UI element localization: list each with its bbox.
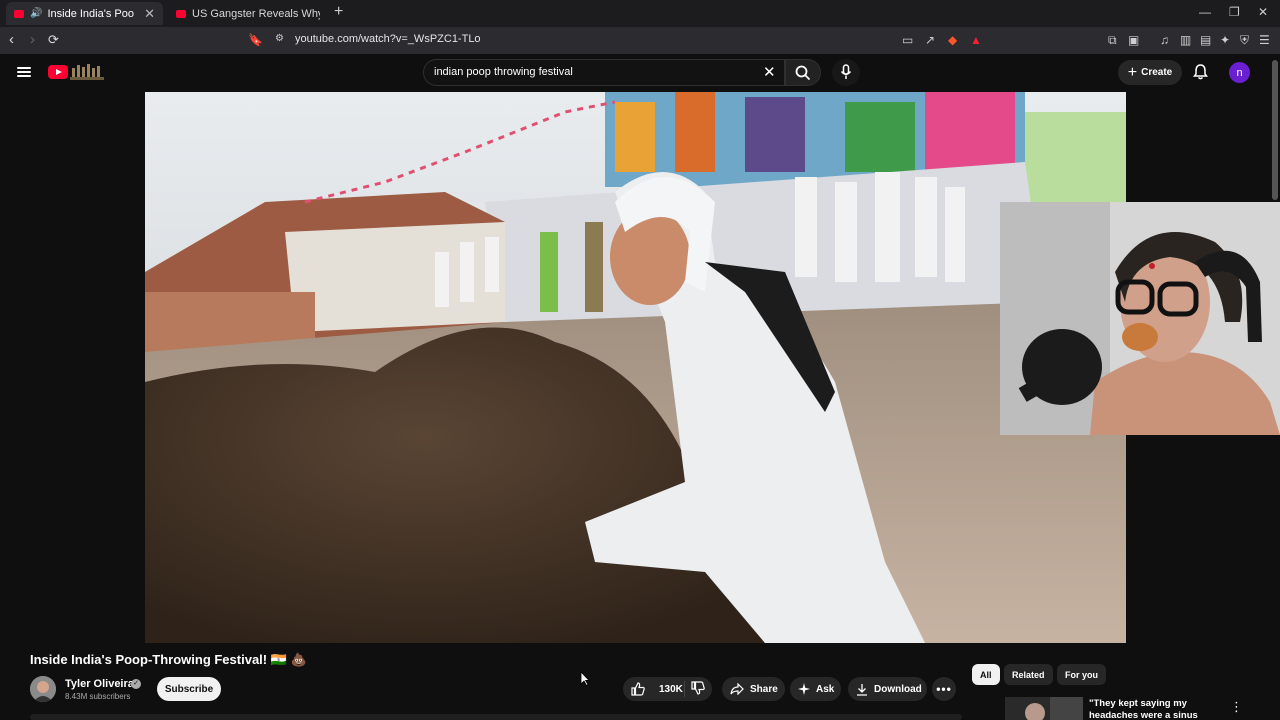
channel-avatar-image <box>30 676 56 702</box>
thumbs-up-icon <box>631 682 645 696</box>
facecam-image <box>1000 202 1280 435</box>
restore-icon[interactable]: ❐ <box>1229 5 1240 19</box>
minimize-icon[interactable]: — <box>1199 5 1211 19</box>
sparkle-icon <box>798 683 810 695</box>
url-field[interactable]: youtube.com/watch?v=_WsPZC1-TLo <box>295 33 481 45</box>
hamburger-menu-icon[interactable] <box>17 67 31 77</box>
share-button[interactable]: Share <box>722 677 785 701</box>
audio-playing-icon[interactable]: 🔊 <box>30 8 42 19</box>
forward-icon[interactable]: › <box>30 31 35 48</box>
vpn-icon[interactable]: ⛨ <box>1240 33 1249 48</box>
close-tab-icon[interactable]: ✕ <box>144 6 155 22</box>
address-toolbar <box>0 27 1280 54</box>
brave-shield-icon[interactable]: ◆ <box>948 33 957 47</box>
search-button[interactable] <box>785 59 821 86</box>
share-page-icon[interactable]: ↗ <box>925 33 935 47</box>
subscribe-button[interactable]: Subscribe <box>157 677 221 701</box>
share-label: Share <box>750 683 778 695</box>
download-button[interactable]: Download <box>848 677 927 701</box>
back-icon[interactable]: ‹ <box>9 31 14 48</box>
streamer-facecam <box>1000 202 1280 435</box>
search-icon <box>795 65 811 81</box>
voice-search-button[interactable] <box>832 59 860 86</box>
site-settings-icon[interactable]: ⚙ <box>275 33 284 44</box>
chip-for-you[interactable]: For you <box>1057 664 1106 685</box>
youtube-favicon-icon <box>14 9 24 18</box>
notifications-bell-icon[interactable] <box>1193 64 1208 80</box>
like-count: 130K <box>659 683 683 695</box>
mouse-cursor-icon <box>580 671 590 686</box>
verified-badge-icon: ✓ <box>131 679 141 689</box>
brave-rewards-icon[interactable]: ▲ <box>970 33 982 47</box>
share-icon <box>730 683 744 695</box>
tab-title: US Gangster Reveals Why MUSLIMS <box>192 7 320 20</box>
thumbs-down-icon <box>691 680 705 695</box>
description-box-edge <box>30 714 962 720</box>
clear-search-icon[interactable]: ✕ <box>763 63 776 81</box>
create-button[interactable]: + Create <box>1118 60 1182 85</box>
new-tab-button[interactable]: + <box>334 3 343 21</box>
page-scrollbar[interactable] <box>1272 60 1278 200</box>
like-dislike-group: 130K <box>623 677 712 701</box>
download-label: Download <box>874 683 922 695</box>
menu-icon[interactable]: ☰ <box>1259 33 1270 47</box>
dislike-button[interactable] <box>685 680 711 698</box>
wallet2-icon[interactable]: ▤ <box>1200 33 1211 47</box>
youtube-favicon-icon <box>176 9 186 18</box>
tab-title: Inside India's Poop-Throwing <box>47 7 134 20</box>
extensions-icon[interactable]: ⧉ <box>1108 33 1117 48</box>
wallet-icon[interactable]: ▣ <box>1128 33 1139 47</box>
subscriber-count: 8.43M subscribers <box>65 692 131 701</box>
recommendation-thumbnail[interactable] <box>1005 697 1083 720</box>
tab-active[interactable]: 🔊 Inside India's Poop-Throwing ✕ <box>6 2 163 25</box>
microphone-icon <box>840 64 852 79</box>
search-input[interactable]: indian poop throwing festival <box>434 66 573 78</box>
media-icon[interactable]: ♫ <box>1160 33 1169 47</box>
account-avatar[interactable]: n <box>1229 62 1250 83</box>
chip-related[interactable]: Related <box>1004 664 1053 685</box>
recommendation-title[interactable]: "They kept saying my headaches were a si… <box>1089 698 1219 720</box>
youtube-logo-icon[interactable] <box>48 65 68 79</box>
sidebar-icon[interactable]: ▥ <box>1180 33 1191 47</box>
like-button[interactable]: 130K <box>623 681 685 697</box>
cast-icon[interactable]: ▭ <box>902 33 913 47</box>
ask-label: Ask <box>816 683 835 695</box>
video-frame-image <box>145 92 1126 643</box>
video-player[interactable] <box>145 92 1126 643</box>
download-icon <box>857 683 867 696</box>
video-title: Inside India's Poop-Throwing Festival! 🇮… <box>30 652 307 667</box>
reload-icon[interactable]: ⟳ <box>48 32 59 48</box>
bookmark-icon[interactable]: 🔖 <box>248 33 263 47</box>
close-window-icon[interactable]: ✕ <box>1258 5 1268 19</box>
plus-icon: + <box>1127 63 1138 81</box>
more-horizontal-icon: ••• <box>936 682 952 696</box>
leo-ai-icon[interactable]: ✦ <box>1220 33 1230 47</box>
recommendation-thumbnail-image <box>1005 697 1083 720</box>
youtube-doodle-icon[interactable] <box>70 62 104 80</box>
more-vertical-icon[interactable]: ⋮ <box>1230 699 1243 715</box>
tab-inactive[interactable]: US Gangster Reveals Why MUSLIMS <box>168 2 328 25</box>
channel-name[interactable]: Tyler Oliveira <box>65 678 134 690</box>
create-label: Create <box>1141 67 1173 78</box>
chip-all[interactable]: All <box>972 664 1000 685</box>
ask-button[interactable]: Ask <box>790 677 841 701</box>
more-actions-button[interactable]: ••• <box>932 677 956 701</box>
channel-avatar[interactable] <box>30 676 56 702</box>
